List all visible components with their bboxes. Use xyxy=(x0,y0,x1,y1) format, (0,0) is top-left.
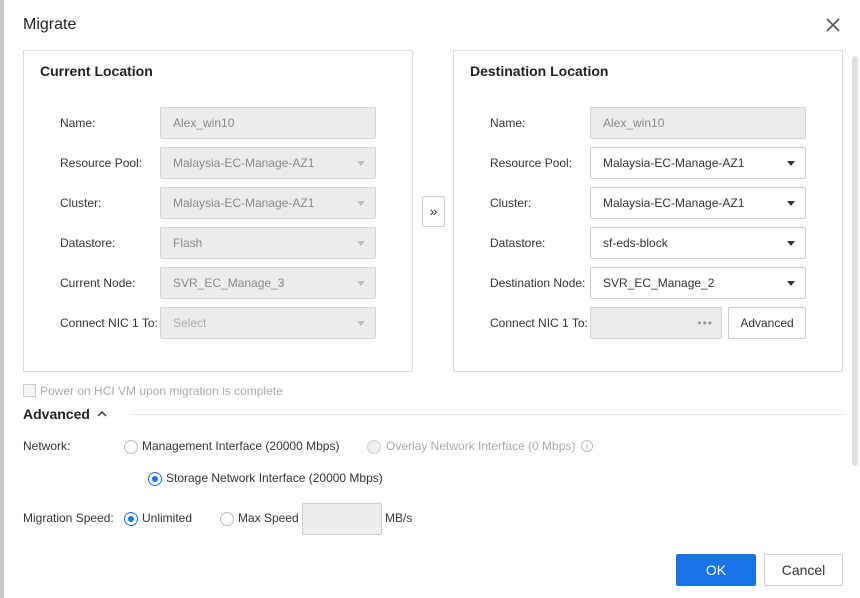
advanced-heading[interactable]: Advanced xyxy=(23,406,90,422)
dest-name-row: Name: Alex_win10 xyxy=(490,107,830,139)
destination-location-title: Destination Location xyxy=(470,63,609,79)
dest-node-select[interactable]: SVR_EC_Manage_2 xyxy=(590,267,806,299)
max-speed-input[interactable] xyxy=(302,503,382,535)
section-divider xyxy=(132,414,843,415)
dialog-title: Migrate xyxy=(23,16,77,33)
current-node-label: Current Node: xyxy=(60,276,136,290)
dest-datastore-row: Datastore: sf-eds-block xyxy=(490,227,830,259)
current-nic-label: Connect NIC 1 To: xyxy=(60,316,158,330)
chevron-down-icon xyxy=(357,161,365,166)
migration-speed-label: Migration Speed: xyxy=(23,511,114,525)
current-datastore-label: Datastore: xyxy=(60,236,116,250)
chevron-down-icon xyxy=(787,161,795,166)
current-datastore-row: Datastore: Flash xyxy=(60,227,400,259)
dest-cluster-row: Cluster: Malaysia-EC-Manage-AZ1 xyxy=(490,187,830,219)
move-right-button[interactable]: » xyxy=(422,196,445,227)
network-overlay-label: Overlay Network Interface (0 Mbps) xyxy=(386,439,576,453)
speed-unlimited-label[interactable]: Unlimited xyxy=(142,511,192,525)
network-storage-label[interactable]: Storage Network Interface (20000 Mbps) xyxy=(166,471,383,485)
current-nic-select: Select xyxy=(160,307,376,339)
nic-advanced-button[interactable]: Advanced xyxy=(728,307,806,339)
chevron-down-icon xyxy=(787,201,795,206)
speed-max-label[interactable]: Max Speed xyxy=(238,511,299,525)
dest-nic-label: Connect NIC 1 To: xyxy=(490,316,588,330)
current-cluster-select: Malaysia-EC-Manage-AZ1 xyxy=(160,187,376,219)
current-datastore-select: Flash xyxy=(160,227,376,259)
destination-location-panel: Destination Location Name: Alex_win10 Re… xyxy=(453,50,843,372)
dest-pool-select[interactable]: Malaysia-EC-Manage-AZ1 xyxy=(590,147,806,179)
dest-pool-value: Malaysia-EC-Manage-AZ1 xyxy=(603,156,745,170)
cancel-button[interactable]: Cancel xyxy=(764,554,843,586)
current-pool-row: Resource Pool: Malaysia-EC-Manage-AZ1 xyxy=(60,147,400,179)
current-node-select: SVR_EC_Manage_3 xyxy=(160,267,376,299)
current-location-title: Current Location xyxy=(40,63,153,79)
current-cluster-row: Cluster: Malaysia-EC-Manage-AZ1 xyxy=(60,187,400,219)
current-node-row: Current Node: SVR_EC_Manage_3 xyxy=(60,267,400,299)
dest-cluster-value: Malaysia-EC-Manage-AZ1 xyxy=(603,196,745,210)
speed-unit-label: MB/s xyxy=(385,511,413,525)
dest-node-value: SVR_EC_Manage_2 xyxy=(603,276,715,290)
network-management-label[interactable]: Management Interface (20000 Mbps) xyxy=(142,439,339,453)
power-on-checkbox xyxy=(23,384,36,397)
network-management-radio[interactable] xyxy=(124,440,138,454)
current-name-field: Alex_win10 xyxy=(160,107,376,139)
migrate-dialog: Migrate Current Location Name: Alex_win1… xyxy=(4,0,860,598)
current-location-panel: Current Location Name: Alex_win10 Resour… xyxy=(23,50,413,372)
current-node-value: SVR_EC_Manage_3 xyxy=(173,276,285,290)
chevron-up-icon[interactable] xyxy=(97,410,107,418)
dest-datastore-label: Datastore: xyxy=(490,236,546,250)
dest-node-row: Destination Node: SVR_EC_Manage_2 xyxy=(490,267,830,299)
chevron-down-icon xyxy=(357,321,365,326)
dest-datastore-value: sf-eds-block xyxy=(603,236,668,250)
current-cluster-label: Cluster: xyxy=(60,196,102,210)
ok-button[interactable]: OK xyxy=(676,554,756,586)
current-cluster-value: Malaysia-EC-Manage-AZ1 xyxy=(173,196,315,210)
current-nic-row: Connect NIC 1 To: Select xyxy=(60,307,400,339)
speed-max-radio[interactable] xyxy=(220,512,234,526)
speed-unlimited-radio[interactable] xyxy=(124,512,138,526)
dest-name-field: Alex_win10 xyxy=(590,107,806,139)
dest-nic-field[interactable]: ••• xyxy=(590,307,722,339)
dest-datastore-select[interactable]: sf-eds-block xyxy=(590,227,806,259)
dialog-scrollbar[interactable] xyxy=(852,56,858,466)
dest-cluster-label: Cluster: xyxy=(490,196,532,210)
network-storage-radio[interactable] xyxy=(148,472,162,486)
current-name-label: Name: xyxy=(60,116,96,130)
current-pool-select: Malaysia-EC-Manage-AZ1 xyxy=(160,147,376,179)
chevron-down-icon xyxy=(357,201,365,206)
chevron-down-icon xyxy=(787,241,795,246)
network-label: Network: xyxy=(23,439,71,453)
current-pool-value: Malaysia-EC-Manage-AZ1 xyxy=(173,156,315,170)
network-overlay-radio xyxy=(367,440,381,454)
info-icon[interactable]: i xyxy=(581,440,593,452)
chevron-down-icon xyxy=(357,241,365,246)
current-nic-placeholder: Select xyxy=(173,316,207,330)
dest-node-label: Destination Node: xyxy=(490,276,586,290)
dest-name-label: Name: xyxy=(490,116,526,130)
dest-pool-row: Resource Pool: Malaysia-EC-Manage-AZ1 xyxy=(490,147,830,179)
close-icon[interactable] xyxy=(824,16,842,34)
chevron-down-icon xyxy=(787,281,795,286)
dest-pool-label: Resource Pool: xyxy=(490,156,573,170)
more-icon[interactable]: ••• xyxy=(697,308,713,338)
power-on-label: Power on HCI VM upon migration is comple… xyxy=(40,384,283,398)
dest-cluster-select[interactable]: Malaysia-EC-Manage-AZ1 xyxy=(590,187,806,219)
dest-nic-row: Connect NIC 1 To: ••• Advanced xyxy=(490,307,830,339)
chevron-down-icon xyxy=(357,281,365,286)
current-name-row: Name: Alex_win10 xyxy=(60,107,400,139)
current-datastore-value: Flash xyxy=(173,236,203,250)
current-pool-label: Resource Pool: xyxy=(60,156,143,170)
